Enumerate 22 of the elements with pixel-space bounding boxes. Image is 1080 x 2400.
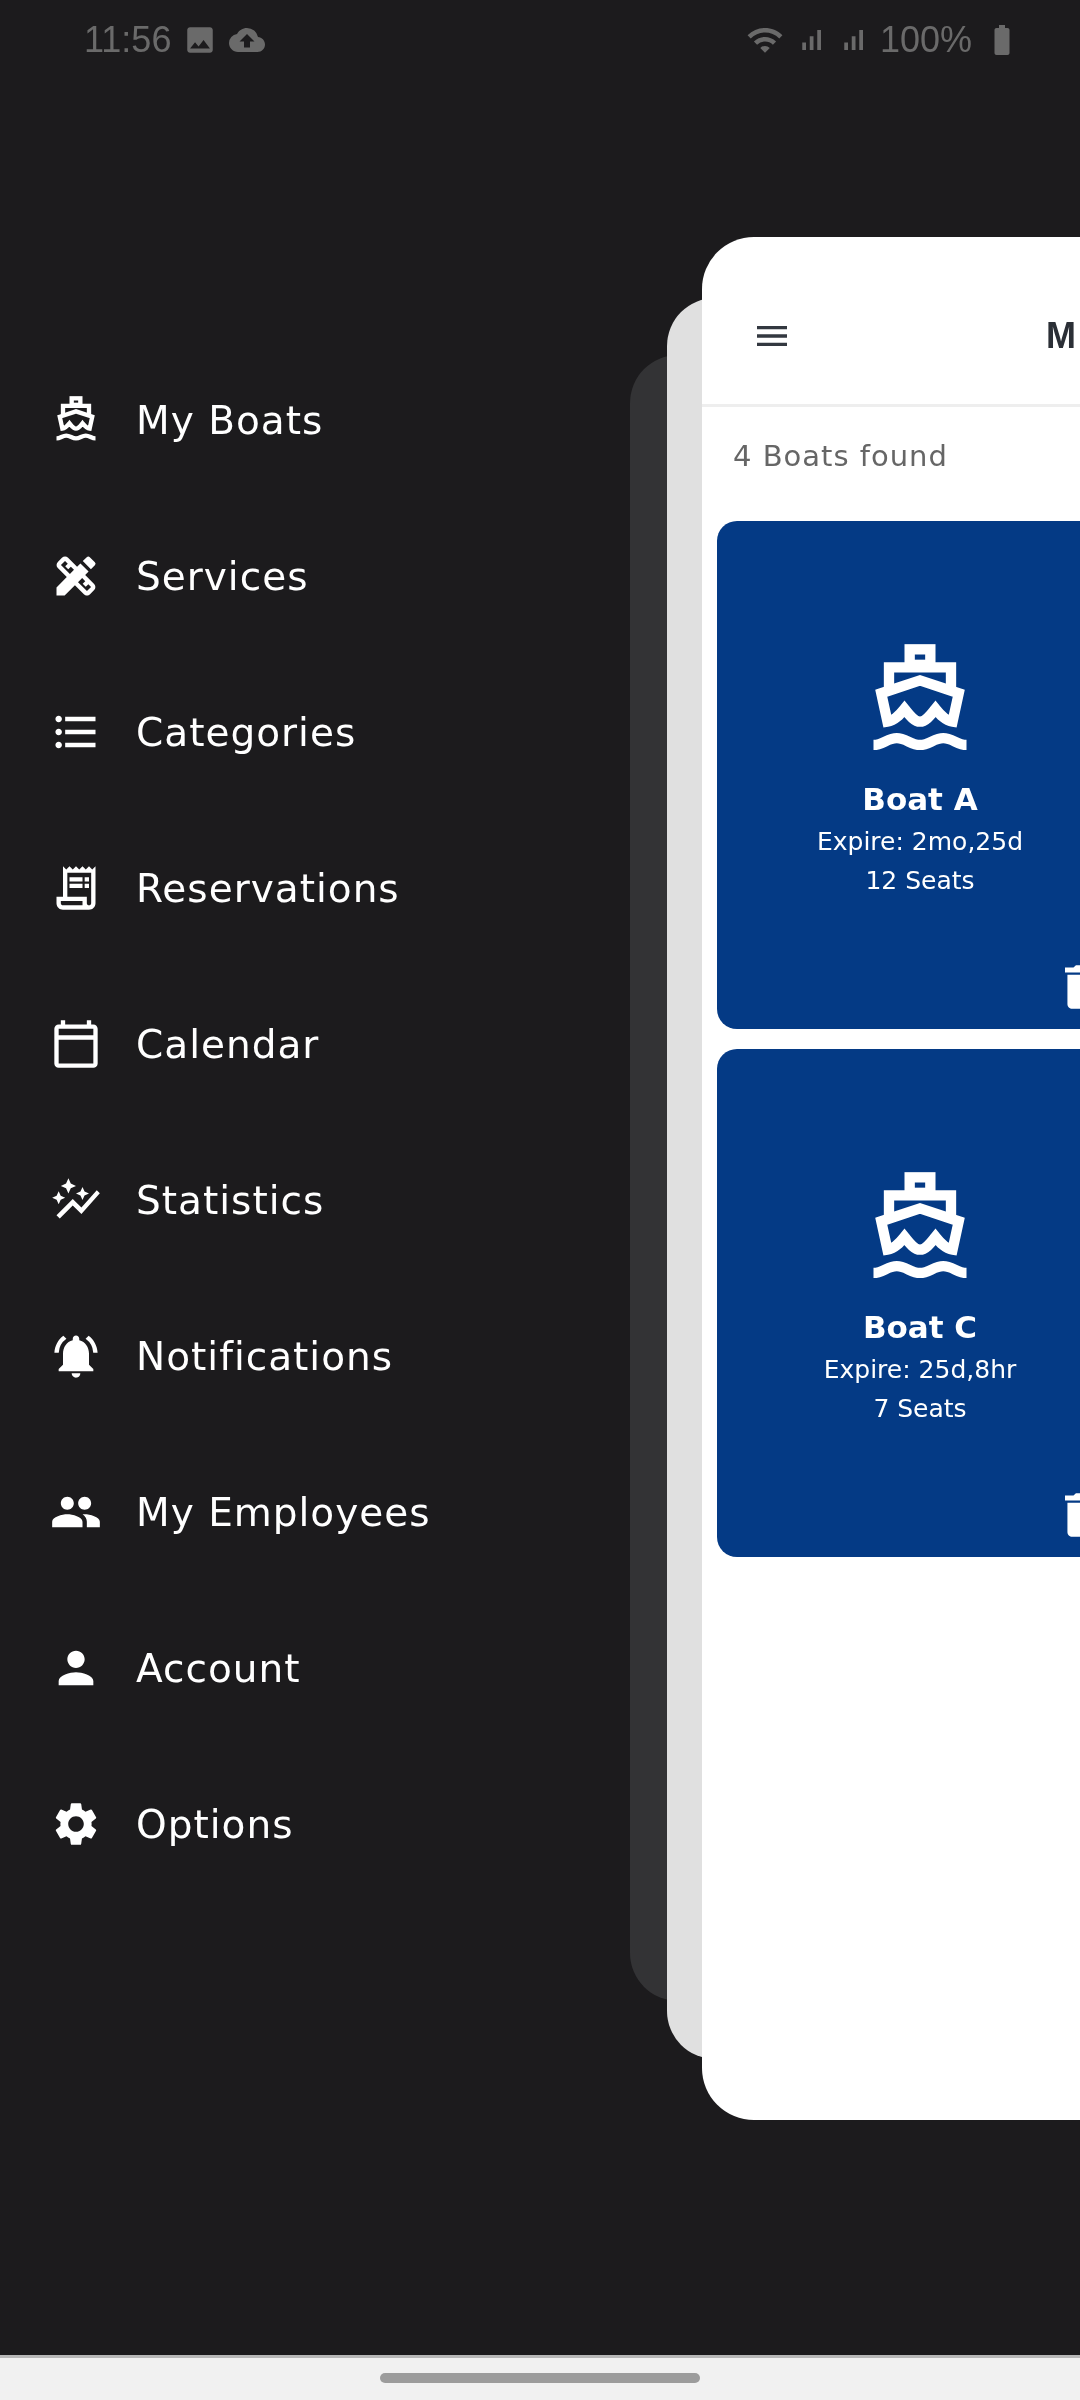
boat-card[interactable]: Boat A Expire: 2mo,25d 12 Seats [717,521,1080,1029]
drawer-item[interactable]: Services [50,498,309,654]
drawer-item[interactable]: Notifications [50,1278,394,1434]
boat-expiry: Expire: 2mo,25d [816,827,1024,856]
screen-title: M [1046,314,1076,357]
battery-percent: 100% [879,19,972,61]
boat-name: Boat A [862,781,978,817]
drawer-item[interactable]: My Employees [50,1434,431,1590]
boat-name: Boat C [862,1309,978,1345]
drawer-item[interactable]: Reservations [50,810,400,966]
boat-seats: 12 Seats [865,866,975,895]
drawer-item[interactable]: Options [50,1746,294,1902]
drawer-item[interactable]: Categories [50,654,357,810]
drawer-item[interactable]: Account [50,1590,301,1746]
drawer-item[interactable]: Statistics [50,1122,325,1278]
drawer-item[interactable]: My Boats [50,342,324,498]
status-time: 11:56 [84,19,172,61]
boat-expiry: Expire: 25d,8hr [823,1355,1017,1384]
boat-card[interactable]: Boat C Expire: 25d,8hr 7 Seats [717,1049,1080,1557]
drawer-item[interactable]: Calendar [50,966,320,1122]
boat-seats: 7 Seats [873,1394,967,1423]
result-count: 4 Boats found [733,439,949,473]
